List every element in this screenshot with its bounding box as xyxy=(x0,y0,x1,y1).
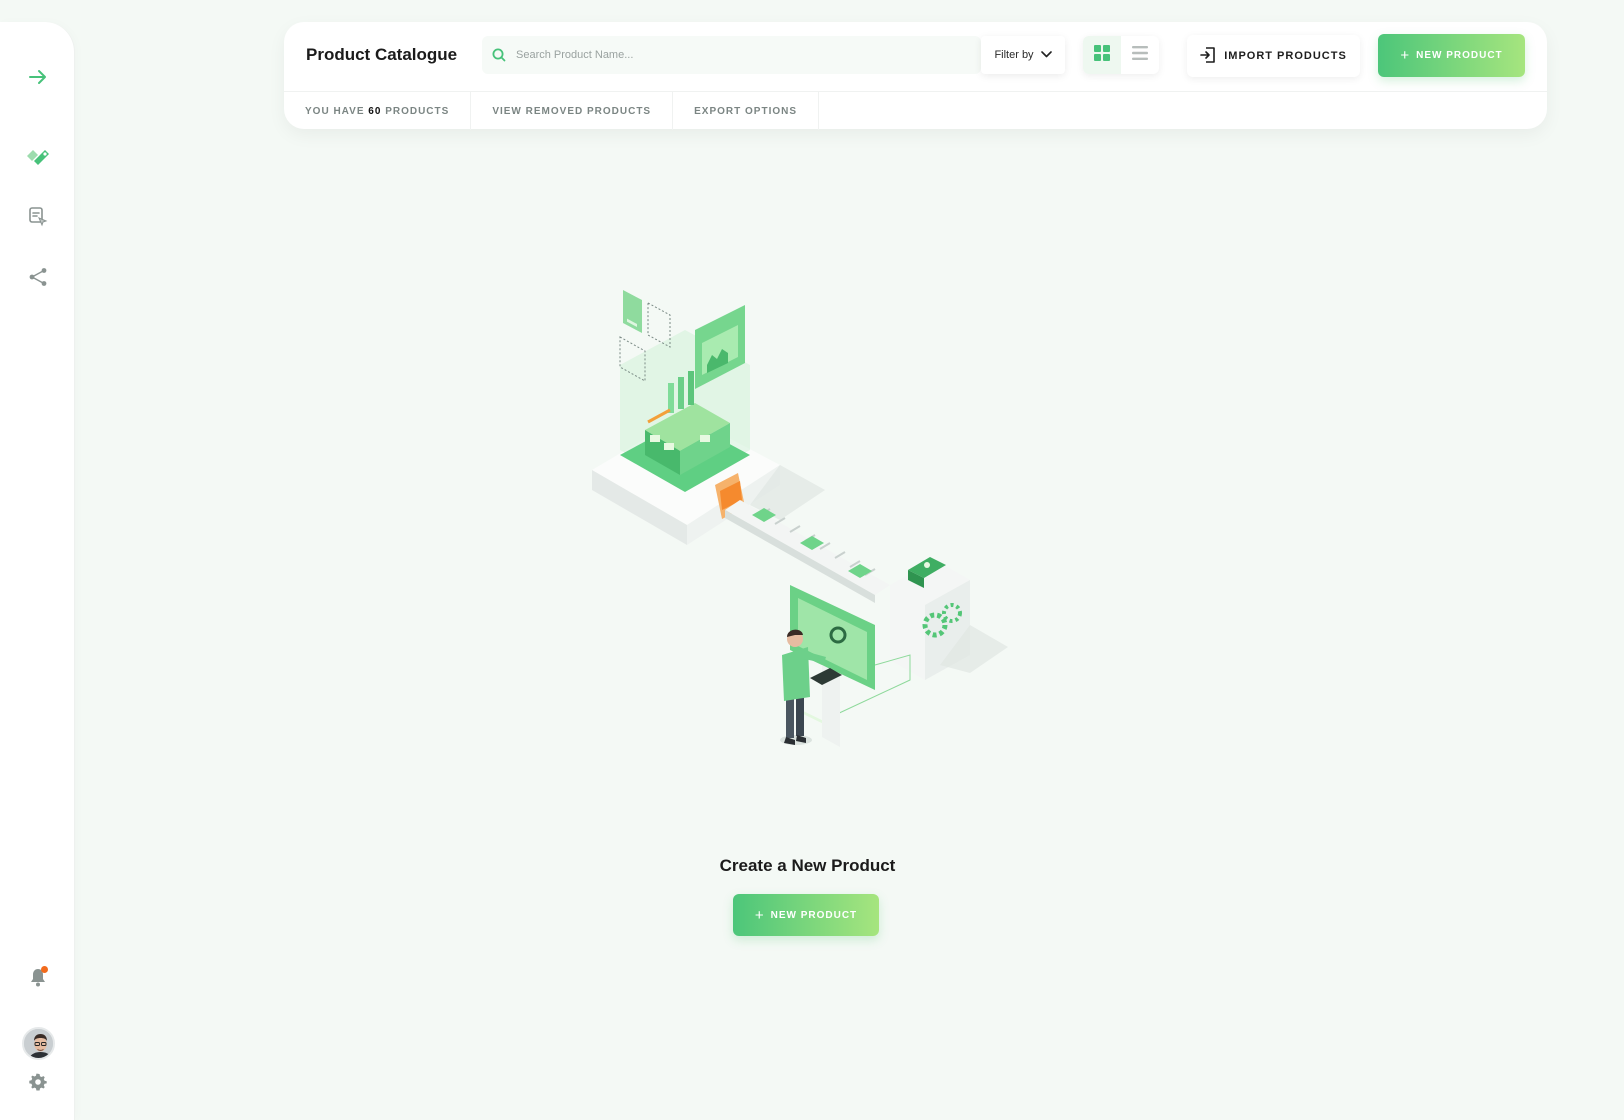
nav-share[interactable] xyxy=(19,258,57,296)
notifications-button[interactable] xyxy=(19,958,57,996)
nav-orders[interactable] xyxy=(19,198,57,236)
tab-removed-products[interactable]: VIEW REMOVED PRODUCTS xyxy=(471,92,674,130)
empty-state-new-product-label: NEW PRODUCT xyxy=(770,909,858,921)
settings-button[interactable] xyxy=(19,1063,57,1101)
share-icon xyxy=(28,267,48,287)
grid-icon xyxy=(1094,44,1110,66)
sidebar xyxy=(0,22,75,1120)
product-count-suffix: PRODUCTS xyxy=(385,105,450,117)
new-product-label: NEW PRODUCT xyxy=(1416,50,1503,61)
plus-icon: + xyxy=(754,906,765,924)
settings-icon xyxy=(29,1073,47,1091)
grid-view-button[interactable] xyxy=(1083,36,1121,74)
avatar[interactable] xyxy=(22,1027,55,1060)
filter-label: Filter by xyxy=(994,49,1034,61)
user-avatar-icon xyxy=(24,1029,53,1058)
expand-sidebar-button[interactable] xyxy=(19,58,57,96)
chevron-down-icon xyxy=(1040,49,1052,61)
search-box[interactable] xyxy=(482,36,981,74)
new-product-button[interactable]: + NEW PRODUCT xyxy=(1378,34,1525,77)
page-title: Product Catalogue xyxy=(306,45,458,64)
list-view-button[interactable] xyxy=(1121,36,1159,74)
header-toolbar: Product Catalogue Filter by xyxy=(284,22,1547,91)
search-icon xyxy=(492,48,506,62)
filter-dropdown[interactable]: Filter by xyxy=(981,36,1065,74)
view-toggle xyxy=(1083,36,1159,74)
header-tabs: YOU HAVE 60 PRODUCTS VIEW REMOVED PRODUC… xyxy=(284,91,1547,130)
empty-state-new-product-button[interactable]: + NEW PRODUCT xyxy=(733,894,879,936)
empty-state-illustration xyxy=(590,285,1050,785)
arrow-right-icon xyxy=(29,69,47,85)
list-icon xyxy=(1132,45,1148,65)
product-count: 60 xyxy=(368,105,382,117)
import-products-label: IMPORT PRODUCTS xyxy=(1224,50,1347,62)
tab-product-count[interactable]: YOU HAVE 60 PRODUCTS xyxy=(284,92,472,130)
tag-icon xyxy=(25,147,51,167)
notification-dot xyxy=(41,966,48,973)
plus-icon: + xyxy=(1400,47,1411,64)
search-input[interactable] xyxy=(516,49,956,61)
import-products-button[interactable]: IMPORT PRODUCTS xyxy=(1187,35,1360,77)
tab-export-options[interactable]: EXPORT OPTIONS xyxy=(673,92,820,130)
nav-products[interactable] xyxy=(19,138,57,176)
product-count-prefix: YOU HAVE xyxy=(305,105,365,117)
form-cursor-icon xyxy=(28,206,48,228)
empty-state-title: Create a New Product xyxy=(719,856,896,875)
import-icon xyxy=(1200,46,1216,66)
catalogue-header: Product Catalogue Filter by xyxy=(284,22,1547,130)
